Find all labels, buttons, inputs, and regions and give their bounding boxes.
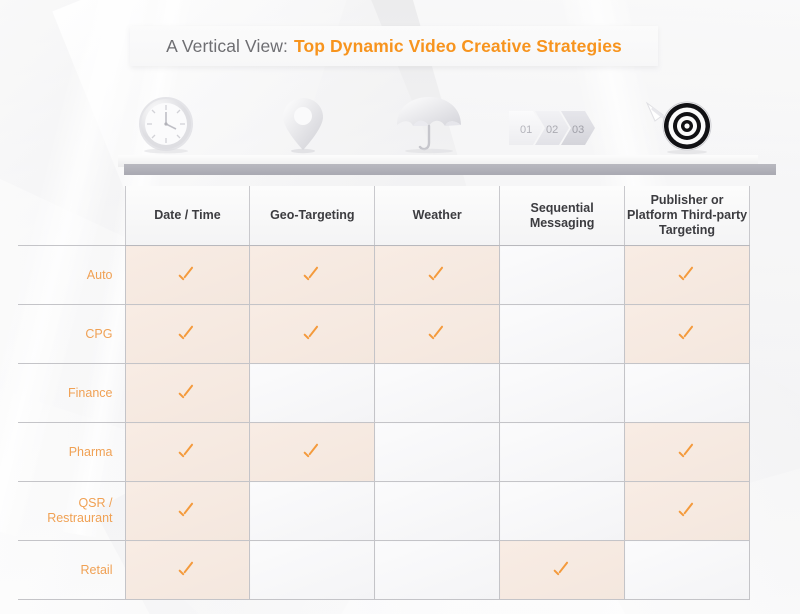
check-icon <box>429 268 446 279</box>
table-row: Pharma <box>18 422 750 482</box>
matrix-cell-empty[interactable] <box>374 363 501 423</box>
matrix-cell-empty[interactable] <box>374 540 501 600</box>
row-label-cpg: CPG <box>18 304 125 364</box>
table-row: Retail <box>18 540 750 600</box>
matrix-cell-checked[interactable] <box>124 422 251 482</box>
matrix-table: Date / Time Geo-Targeting Weather Sequen… <box>18 186 750 600</box>
column-header-weather: Weather <box>374 186 501 246</box>
matrix-cell-empty[interactable] <box>374 481 501 541</box>
check-icon <box>429 327 446 338</box>
check-icon <box>179 327 196 338</box>
check-icon <box>179 386 196 397</box>
matrix-cell-checked[interactable] <box>249 245 376 305</box>
row-label-pharma: Pharma <box>18 422 125 482</box>
table-row: Auto <box>18 245 750 305</box>
svg-text:02: 02 <box>546 124 558 136</box>
matrix-cell-checked[interactable] <box>499 540 626 600</box>
matrix-cell-empty[interactable] <box>499 363 626 423</box>
corner-cell <box>18 186 125 246</box>
matrix-cell-empty[interactable] <box>249 363 376 423</box>
check-icon <box>304 268 321 279</box>
matrix-cell-empty[interactable] <box>624 363 750 423</box>
check-icon <box>679 445 696 456</box>
check-icon <box>179 445 196 456</box>
title-highlight: Top Dynamic Video Creative Strategies <box>294 35 622 56</box>
row-label-retail: Retail <box>18 540 125 600</box>
matrix-cell-empty[interactable] <box>624 540 750 600</box>
clock-icon <box>106 93 226 155</box>
matrix-cell-checked[interactable] <box>124 540 251 600</box>
matrix-cell-empty[interactable] <box>499 245 626 305</box>
umbrella-icon <box>368 93 488 155</box>
dartboard-target-icon <box>618 93 738 155</box>
check-icon <box>554 563 571 574</box>
matrix-cell-checked[interactable] <box>374 304 501 364</box>
matrix-cell-empty[interactable] <box>374 422 501 482</box>
table-row: Finance <box>18 363 750 423</box>
strategies-matrix: Date / Time Geo-Targeting Weather Sequen… <box>18 186 750 600</box>
page-title: A Vertical View: Top Dynamic Video Creat… <box>130 26 658 66</box>
icon-shelf: 01 02 03 <box>118 93 776 177</box>
row-label-finance: Finance <box>18 363 125 423</box>
matrix-cell-checked[interactable] <box>124 245 251 305</box>
matrix-cell-checked[interactable] <box>124 304 251 364</box>
table-body: Auto CPG Finance Pharma QSR / Restraurant Ret… <box>18 245 750 600</box>
sequence-arrows-icon: 01 02 03 <box>493 93 613 155</box>
check-icon <box>679 327 696 338</box>
map-pin-icon <box>243 93 363 155</box>
column-header-date-time: Date / Time <box>124 186 251 246</box>
matrix-cell-empty[interactable] <box>499 481 626 541</box>
check-icon <box>179 504 196 515</box>
check-icon <box>679 268 696 279</box>
check-icon <box>179 268 196 279</box>
svg-text:03: 03 <box>572 124 584 136</box>
column-header-geo-targeting: Geo-Targeting <box>249 186 376 246</box>
matrix-cell-empty[interactable] <box>499 422 626 482</box>
matrix-cell-checked[interactable] <box>374 245 501 305</box>
title-prefix: A Vertical View: <box>166 35 288 56</box>
matrix-cell-checked[interactable] <box>624 481 750 541</box>
matrix-cell-checked[interactable] <box>624 304 750 364</box>
table-row: QSR / Restraurant <box>18 481 750 541</box>
row-label-qsr-restraurant: QSR / Restraurant <box>18 481 125 541</box>
table-row: CPG <box>18 304 750 364</box>
check-icon <box>179 563 196 574</box>
check-icon <box>304 445 321 456</box>
row-label-auto: Auto <box>18 245 125 305</box>
check-icon <box>304 327 321 338</box>
svg-text:01: 01 <box>520 124 532 136</box>
matrix-cell-checked[interactable] <box>249 304 376 364</box>
column-header-sequential-messaging: Sequential Messaging <box>499 186 626 246</box>
matrix-cell-empty[interactable] <box>499 304 626 364</box>
matrix-cell-checked[interactable] <box>624 422 750 482</box>
matrix-cell-checked[interactable] <box>249 422 376 482</box>
check-icon <box>679 504 696 515</box>
column-header-publisher-targeting: Publisher or Platform Third-party Target… <box>624 186 750 246</box>
matrix-cell-empty[interactable] <box>249 481 376 541</box>
matrix-cell-checked[interactable] <box>624 245 750 305</box>
matrix-cell-empty[interactable] <box>249 540 376 600</box>
matrix-cell-checked[interactable] <box>124 363 251 423</box>
table-header-row: Date / Time Geo-Targeting Weather Sequen… <box>18 186 750 246</box>
matrix-cell-checked[interactable] <box>124 481 251 541</box>
